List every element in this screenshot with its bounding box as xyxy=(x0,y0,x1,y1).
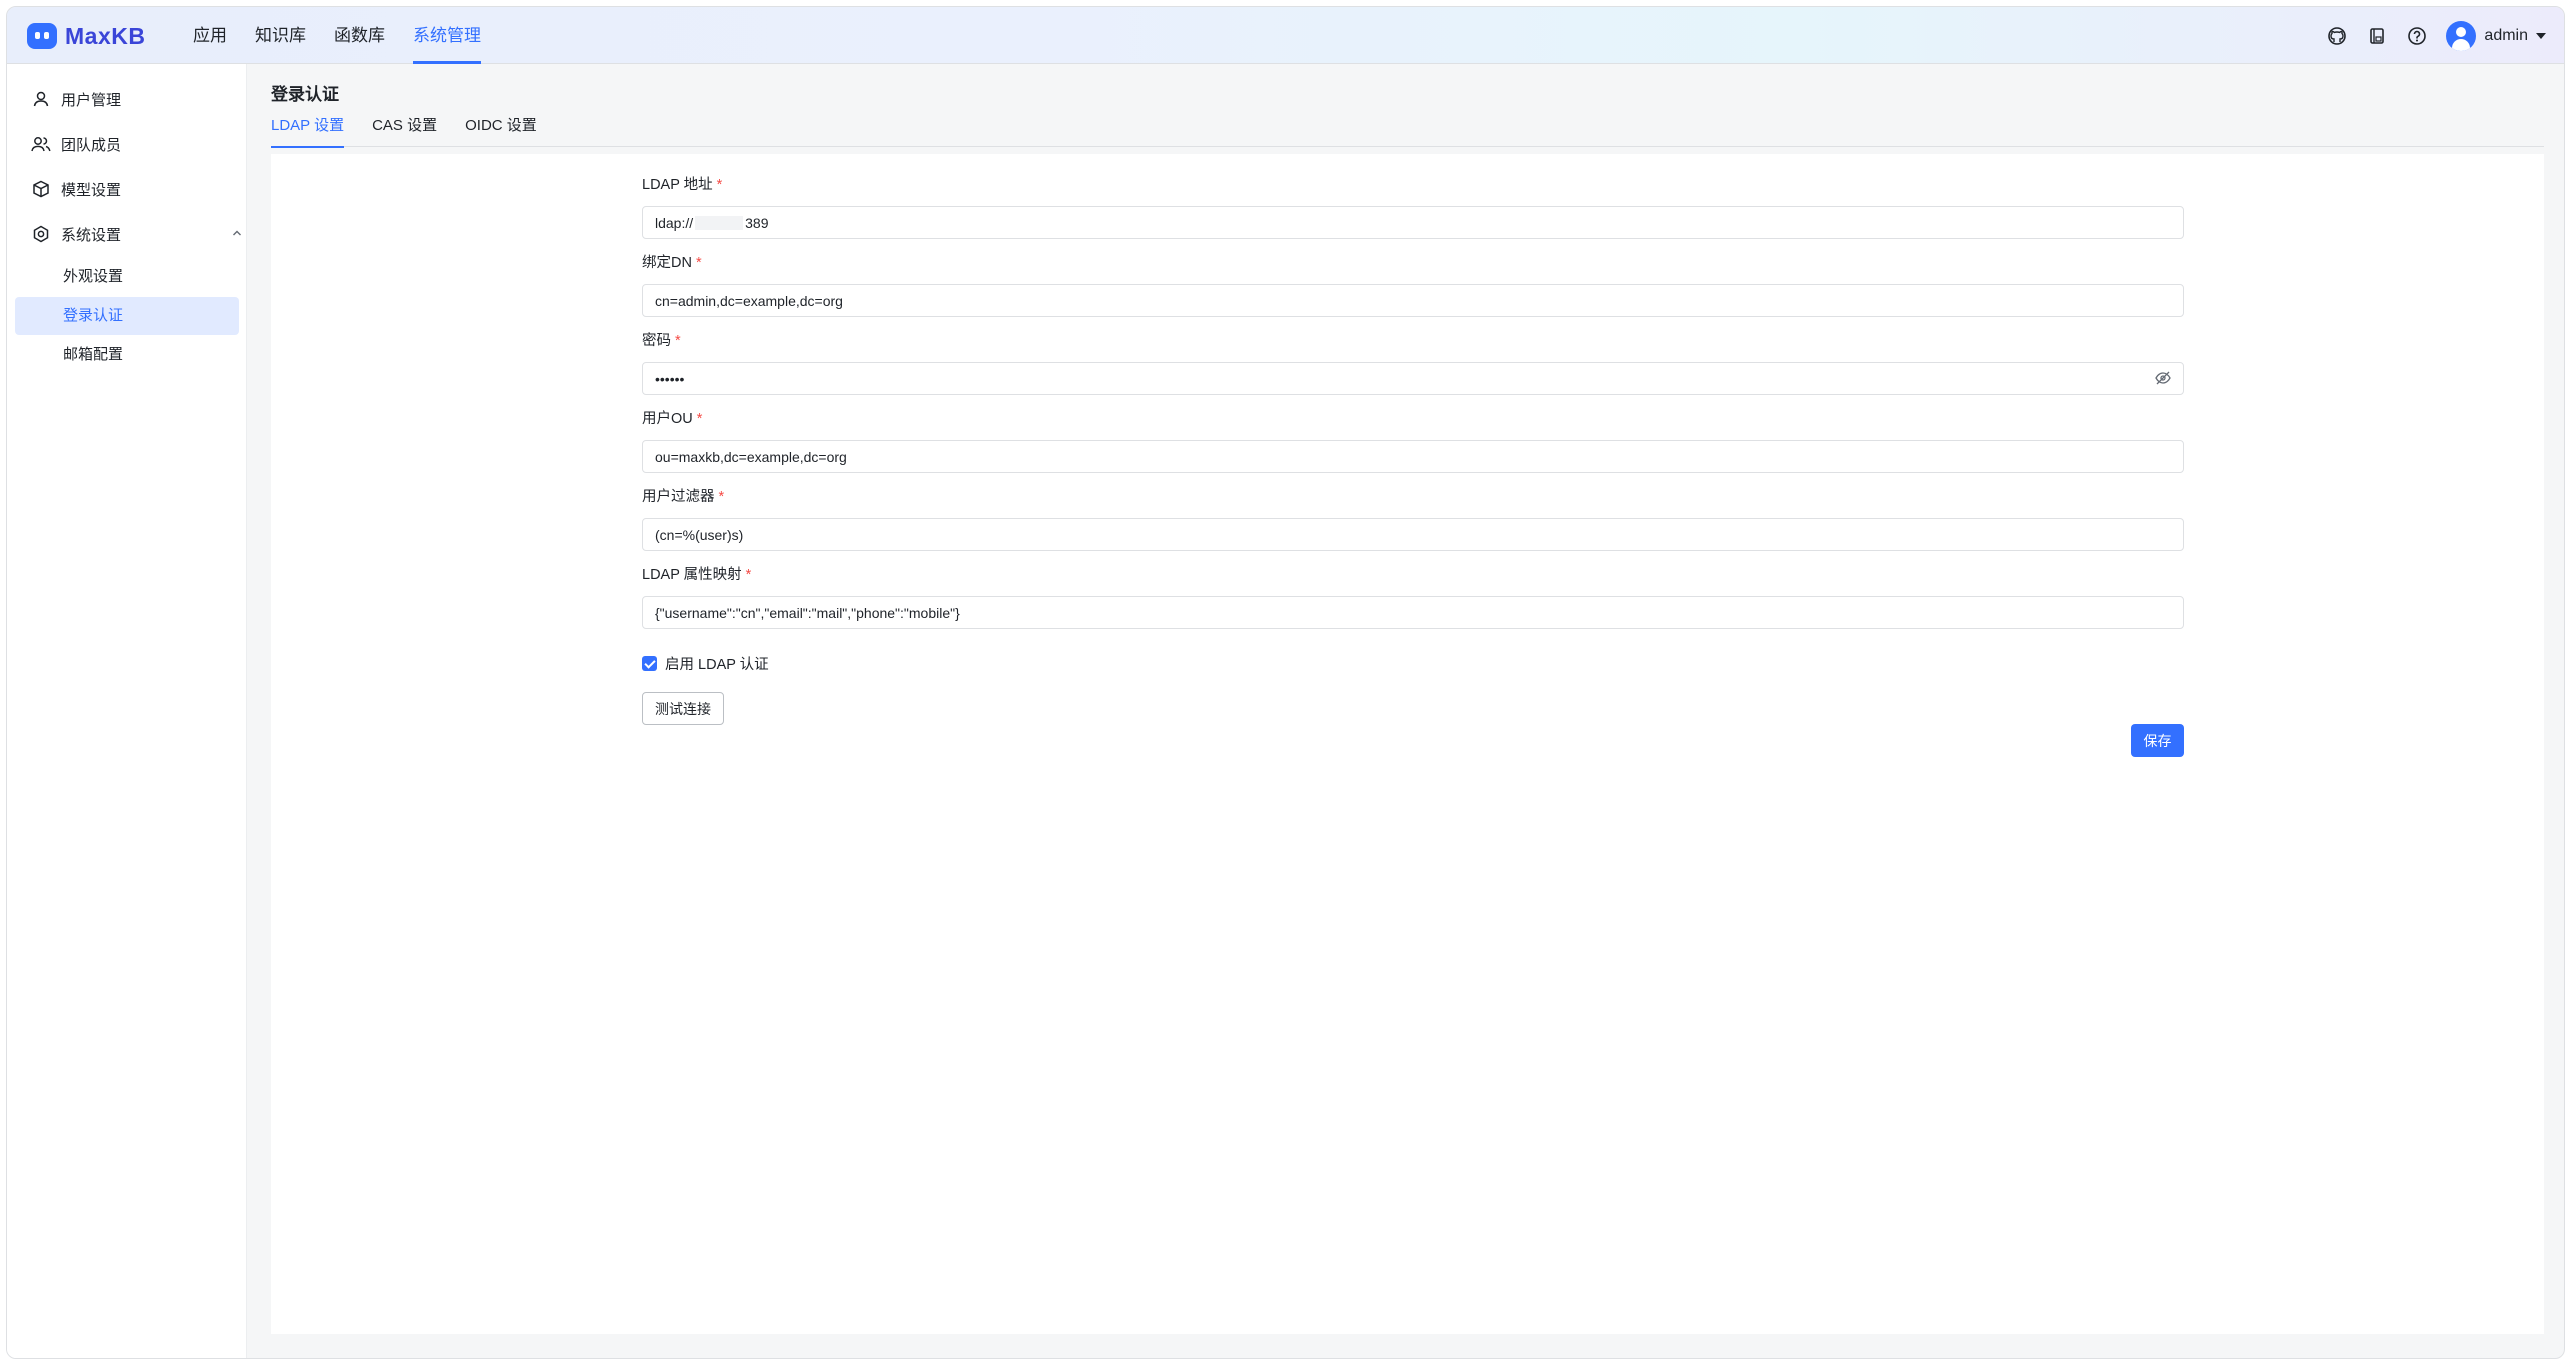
field-ldap-address: LDAP 地址 * ldap:// 389 xyxy=(642,174,2184,239)
tab-cas[interactable]: CAS 设置 xyxy=(372,111,437,147)
chevron-up-icon xyxy=(231,226,243,243)
caret-down-icon xyxy=(2536,32,2546,39)
enable-ldap-label[interactable]: 启用 LDAP 认证 xyxy=(665,653,769,674)
tab-ldap[interactable]: LDAP 设置 xyxy=(271,111,345,148)
ldap-address-prefix: ldap:// xyxy=(655,214,694,231)
sidebar-subitem-login-auth[interactable]: 登录认证 xyxy=(15,297,239,335)
tab-oidc[interactable]: OIDC 设置 xyxy=(465,111,537,147)
sidebar-subitem-email[interactable]: 邮箱配置 xyxy=(15,336,239,374)
ldap-address-suffix: 389 xyxy=(745,214,769,231)
sidebar-item-label: 团队成员 xyxy=(61,136,122,154)
required-mark: * xyxy=(745,567,752,583)
bind-dn-input[interactable] xyxy=(642,284,2184,317)
sidebar-subitem-appearance[interactable]: 外观设置 xyxy=(15,258,239,296)
page-title: 登录认证 xyxy=(271,85,339,104)
required-mark: * xyxy=(695,255,702,271)
github-icon[interactable] xyxy=(2326,25,2348,47)
required-mark: * xyxy=(675,333,681,349)
sidebar-item-label: 用户管理 xyxy=(61,91,122,109)
field-bind-dn: 绑定DN * xyxy=(642,252,2184,317)
nav-item-system[interactable]: 系统管理 xyxy=(413,7,481,64)
field-user-filter: 用户过滤器 * xyxy=(642,486,2184,551)
cube-icon xyxy=(31,179,51,199)
user-filter-input[interactable] xyxy=(642,518,2184,551)
nav-item-functions[interactable]: 函数库 xyxy=(334,7,385,64)
auth-tabs: LDAP 设置 CAS 设置 OIDC 设置 xyxy=(271,111,2544,148)
user-ou-label: 用户OU xyxy=(642,411,693,427)
header-actions: admin xyxy=(2326,7,2546,64)
help-icon[interactable] xyxy=(2406,25,2428,47)
test-connection-button[interactable]: 测试连接 xyxy=(642,692,724,725)
required-mark: * xyxy=(718,489,725,505)
nav-item-knowledge[interactable]: 知识库 xyxy=(255,7,306,64)
password-input[interactable] xyxy=(642,362,2184,395)
logo-text: MaxKB xyxy=(65,22,146,49)
sidebar: 用户管理 团队成员 模型设置 系统设置 外观设置 登录认证 邮箱配置 xyxy=(7,64,247,1358)
nav-item-app[interactable]: 应用 xyxy=(193,7,227,64)
team-icon xyxy=(31,134,51,154)
sidebar-item-label: 系统设置 xyxy=(61,226,122,244)
eye-off-icon[interactable] xyxy=(2154,369,2172,387)
top-header: MaxKB 应用 知识库 函数库 系统管理 admin xyxy=(7,7,2564,64)
ldap-form: LDAP 地址* ldap://389 绑定DN* 密码* xyxy=(642,174,2184,725)
bind-dn-label: 绑定DN xyxy=(642,255,692,271)
required-mark: * xyxy=(716,177,723,193)
attr-mapping-input[interactable] xyxy=(642,596,2184,629)
ldap-settings-card: LDAP 地址* ldap://389 绑定DN* 密码* xyxy=(271,154,2544,1334)
sidebar-item-system-settings[interactable]: 系统设置 xyxy=(31,223,241,245)
sidebar-item-users[interactable]: 用户管理 xyxy=(31,88,121,110)
maxkb-logo-icon xyxy=(27,23,57,49)
book-icon[interactable] xyxy=(2366,25,2388,47)
ldap-address-input[interactable]: ldap:// 389 xyxy=(642,206,2184,239)
user-filter-label: 用户过滤器 xyxy=(642,489,715,505)
avatar xyxy=(2446,20,2477,51)
save-button[interactable]: 保存 xyxy=(2131,724,2184,757)
user-icon xyxy=(31,89,51,109)
redacted-host xyxy=(695,215,744,230)
enable-ldap-row: 启用 LDAP 认证 xyxy=(642,653,2184,674)
user-ou-input[interactable] xyxy=(642,440,2184,473)
required-mark: * xyxy=(696,411,703,427)
top-nav: 应用 知识库 函数库 系统管理 xyxy=(193,7,509,64)
sidebar-item-models[interactable]: 模型设置 xyxy=(31,178,121,200)
field-password: 密码 * xyxy=(642,330,2184,395)
logo[interactable]: MaxKB xyxy=(27,21,145,51)
app-window: MaxKB 应用 知识库 函数库 系统管理 admin 用户管理 团队成员 模型… xyxy=(6,6,2565,1359)
ldap-address-label: LDAP 地址 xyxy=(642,177,713,193)
user-menu[interactable]: admin xyxy=(2446,20,2546,51)
field-user-ou: 用户OU * xyxy=(642,408,2184,473)
username: admin xyxy=(2484,26,2528,44)
sidebar-item-team[interactable]: 团队成员 xyxy=(31,133,121,155)
sidebar-item-label: 模型设置 xyxy=(61,181,122,199)
password-label: 密码 xyxy=(642,333,671,349)
enable-ldap-checkbox[interactable] xyxy=(642,656,657,671)
field-attr-mapping: LDAP 属性映射 * xyxy=(642,564,2184,629)
gear-icon xyxy=(31,224,51,244)
attr-mapping-label: LDAP 属性映射 xyxy=(642,567,742,583)
